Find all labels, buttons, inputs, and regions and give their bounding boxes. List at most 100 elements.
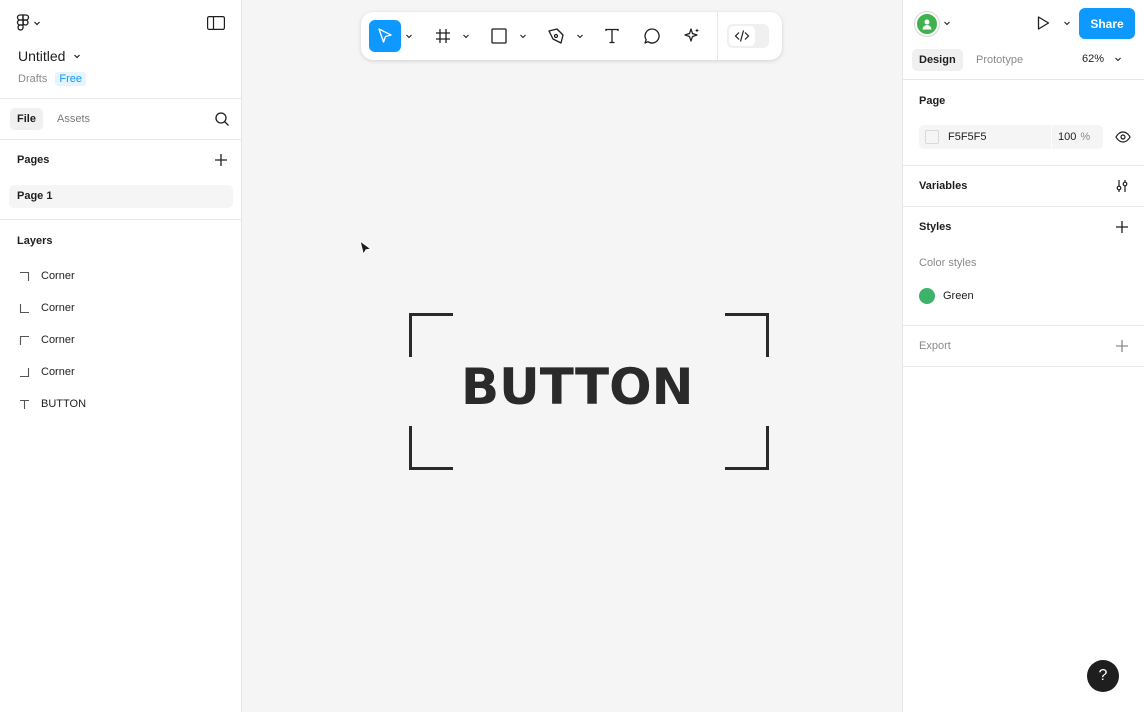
layer-item[interactable]: Corner [18,266,75,286]
export-section: Export [903,326,1144,367]
variables-heading: Variables [919,180,968,192]
canvas[interactable]: BUTTON [242,0,902,712]
sparkle-icon [684,28,699,42]
chevron-down-icon [34,21,40,26]
chevron-down-icon [1115,57,1121,62]
color-style-item[interactable]: Green [919,288,974,304]
file-title[interactable]: Untitled [18,48,81,64]
chevron-down-icon [74,54,81,59]
background-hex-input[interactable]: F5F5F5 [948,131,1051,143]
page-section: Page F5F5F5 100 % [903,80,1144,166]
toolbar-divider [717,12,718,60]
tab-assets[interactable]: Assets [50,108,97,130]
main-menu-button[interactable] [16,14,41,32]
tab-prototype[interactable]: Prototype [969,49,1030,71]
chevron-down-icon[interactable] [943,19,951,27]
corner-bottom-left-icon [18,302,31,315]
chevron-down-icon[interactable] [1063,19,1071,27]
tab-design[interactable]: Design [912,49,963,71]
drafts-link[interactable]: Drafts [18,73,47,85]
color-style-swatch [919,288,935,304]
variables-sliders-icon[interactable] [1115,179,1129,193]
corner-shape[interactable] [409,426,453,470]
present-play-icon[interactable] [1035,15,1051,31]
layer-item[interactable]: Corner [18,362,75,382]
page-heading: Page [919,95,946,107]
frame-icon [436,29,450,43]
figma-logo-icon [16,14,30,31]
button-text-layer[interactable]: BUTTON [461,358,693,416]
pages-heading: Pages [17,154,50,166]
comment-icon [644,28,660,44]
mouse-cursor-icon [359,240,373,256]
color-style-label: Green [943,290,974,302]
file-header: Untitled Drafts Free [0,0,241,99]
page-item[interactable]: Page 1 [9,185,233,208]
pen-tool-button[interactable] [542,20,570,52]
layer-label: BUTTON [41,398,87,410]
rectangle-icon [491,28,507,44]
tab-file[interactable]: File [10,108,43,130]
eye-icon[interactable] [1115,130,1131,144]
avatar[interactable] [915,12,939,36]
text-tool-button[interactable] [598,20,626,52]
plan-badge[interactable]: Free [55,72,86,86]
color-styles-subheading: Color styles [919,257,977,269]
layer-label: Corner [41,302,75,314]
code-icon [734,30,750,42]
opacity-unit: % [1080,131,1091,143]
pen-icon [548,28,564,44]
move-tool-button[interactable] [369,20,401,52]
dev-mode-knob [729,26,755,46]
search-icon[interactable] [214,111,230,127]
chevron-down-icon[interactable] [405,32,413,40]
variables-section: Variables [903,166,1144,207]
user-avatar-icon [922,19,932,30]
corner-top-left-icon [18,334,31,347]
pages-section: Pages Page 1 [0,140,241,220]
add-export-icon[interactable] [1115,339,1129,353]
add-style-icon[interactable] [1115,220,1129,234]
layer-label: Corner [41,270,75,282]
zoom-value: 62% [1082,53,1105,65]
move-cursor-icon [378,28,392,43]
sidebar-toggle-icon[interactable] [207,16,225,30]
corner-shape[interactable] [725,426,769,470]
chevron-down-icon[interactable] [462,32,470,40]
frame-tool-button[interactable] [429,20,457,52]
layer-item[interactable]: BUTTON [18,394,86,414]
layer-item[interactable]: Corner [18,298,75,318]
left-tabs: File Assets [0,99,241,140]
help-button[interactable]: ? [1087,660,1119,692]
text-icon [605,28,619,44]
zoom-dropdown[interactable]: 62% [1082,53,1122,65]
corner-bottom-right-icon [18,366,31,379]
chevron-down-icon[interactable] [576,32,584,40]
layers-heading: Layers [17,235,53,247]
actions-tool-button[interactable] [678,20,706,52]
background-opacity-input[interactable]: 100 % [1051,125,1096,149]
share-button[interactable]: Share [1079,8,1135,39]
file-title-text: Untitled [18,48,66,64]
layer-label: Corner [41,366,75,378]
corner-shape[interactable] [409,313,453,357]
layer-item[interactable]: Corner [18,330,75,350]
dev-mode-toggle[interactable] [727,24,769,48]
styles-section: Styles Color styles Green [903,207,1144,326]
add-page-icon[interactable] [214,153,228,167]
corner-shape[interactable] [725,313,769,357]
right-panel: Share Design Prototype 62% Page F5F5F5 1… [902,0,1144,712]
left-sidebar: Untitled Drafts Free File Assets Pages P… [0,0,242,712]
shape-tool-button[interactable] [485,20,513,52]
export-heading: Export [919,340,951,352]
corner-top-right-icon [18,270,31,283]
page-background-field[interactable]: F5F5F5 100 % [919,125,1103,149]
chevron-down-icon[interactable] [519,32,527,40]
right-header: Share Design Prototype 62% [903,0,1144,80]
comment-tool-button[interactable] [638,20,666,52]
text-icon [18,398,31,411]
file-location: Drafts Free [18,72,86,86]
color-swatch[interactable] [925,130,939,144]
layer-label: Corner [41,334,75,346]
styles-heading: Styles [919,221,952,233]
